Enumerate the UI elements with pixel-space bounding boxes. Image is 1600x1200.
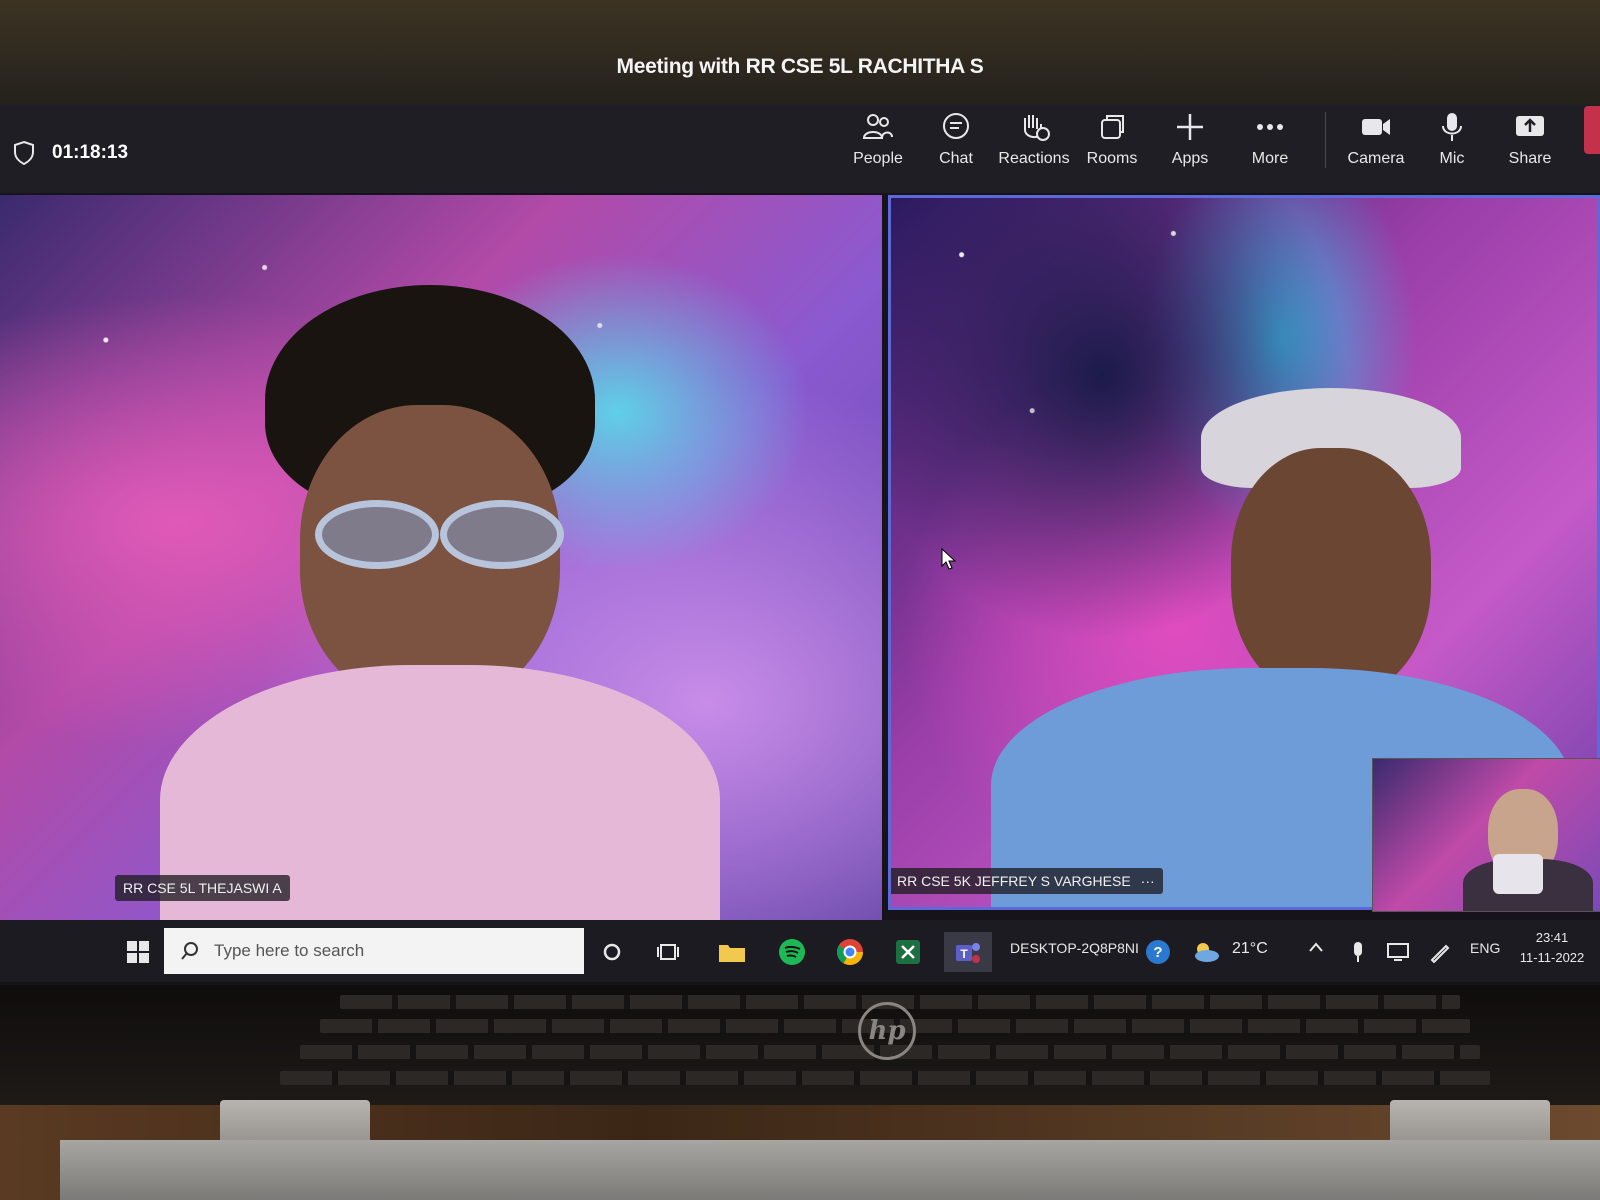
windows-logo-icon: [127, 941, 149, 963]
plus-icon: [1177, 114, 1203, 140]
file-explorer-button[interactable]: [712, 932, 752, 972]
chevron-up-icon[interactable]: [1308, 940, 1324, 956]
task-view-button[interactable]: [648, 932, 688, 972]
participant-video-person: [160, 285, 720, 920]
participant-name: RR CSE 5L THEJASWI A: [123, 880, 282, 896]
meeting-title-bar: Meeting with RR CSE 5L RACHITHA S: [0, 0, 1600, 110]
help-button[interactable]: ?: [1138, 932, 1178, 972]
mic-button[interactable]: Mic: [1414, 110, 1490, 182]
microphone-icon: [1442, 113, 1462, 141]
svg-text:T: T: [960, 947, 968, 961]
reactions-button[interactable]: Reactions: [996, 110, 1072, 182]
toolbar-divider: [1325, 112, 1326, 168]
share-screen-icon: [1516, 116, 1544, 136]
folder-icon: [719, 945, 745, 962]
camera-label: Camera: [1347, 150, 1405, 167]
spotify-icon: [779, 939, 805, 965]
meeting-title: Meeting with RR CSE 5L RACHITHA S: [616, 55, 984, 78]
search-placeholder: Type here to search: [214, 941, 365, 960]
reactions-label: Reactions: [998, 150, 1070, 167]
camera-icon: [1362, 119, 1390, 135]
people-icon: [862, 114, 893, 139]
raise-hand-icon: [1024, 115, 1050, 141]
cortana-circle-icon: [603, 943, 621, 961]
weather-cloudy-night-icon: [1195, 943, 1219, 962]
participant-name-tag: RR CSE 5K JEFFREY S VARGHESE ···: [891, 868, 1163, 894]
participant-options-button[interactable]: ···: [1141, 873, 1155, 889]
language-indicator[interactable]: ENG: [1470, 940, 1500, 956]
task-view-icon: [657, 944, 679, 960]
tray-display-icon[interactable]: [1378, 932, 1418, 972]
chrome-icon: [836, 939, 864, 966]
participant-name: RR CSE 5K JEFFREY S VARGHESE: [897, 873, 1131, 889]
share-button[interactable]: Share: [1492, 110, 1568, 182]
more-dots-icon: [1257, 124, 1283, 130]
self-view-video[interactable]: [1372, 758, 1600, 912]
device-name: DESKTOP-2Q8P8NI: [1010, 940, 1139, 956]
start-button[interactable]: [118, 932, 158, 972]
search-icon: [181, 942, 198, 960]
clock-time: 23:41: [1535, 930, 1569, 945]
leave-button[interactable]: [1584, 106, 1600, 154]
rooms-icon: [1101, 115, 1124, 139]
teams-icon: T: [956, 943, 980, 963]
chat-icon: [943, 113, 969, 139]
camera-button[interactable]: Camera: [1338, 110, 1414, 182]
taskbar-search-box[interactable]: Type here to search: [164, 928, 584, 974]
share-label: Share: [1508, 150, 1552, 167]
mouse-cursor-icon: [941, 548, 957, 570]
rooms-label: Rooms: [1086, 150, 1138, 167]
help-icon: ?: [1146, 940, 1170, 964]
laptop-base: [60, 1140, 1600, 1200]
weather-widget[interactable]: [1186, 932, 1226, 972]
meeting-timer: 01:18:13: [52, 142, 129, 163]
laptop-keyboard: [0, 985, 1600, 1105]
mic-label: Mic: [1439, 150, 1465, 167]
tray-pen-icon[interactable]: [1420, 932, 1460, 972]
svg-text:?: ?: [1153, 944, 1162, 961]
keyboard-row: [280, 1071, 1490, 1085]
phone-in-hand: [1493, 854, 1543, 894]
people-label: People: [853, 150, 903, 167]
laptop-screen: Meeting with RR CSE 5L RACHITHA S 01:18:…: [0, 0, 1600, 985]
meeting-timer-area: 01:18:13: [12, 140, 128, 166]
participant-name-tag: RR CSE 5L THEJASWI A: [115, 875, 290, 901]
chat-button[interactable]: Chat: [918, 110, 994, 182]
system-clock[interactable]: 23:41 11-11-2022: [1512, 928, 1592, 968]
spotify-button[interactable]: [772, 932, 812, 972]
rooms-button[interactable]: Rooms: [1074, 110, 1150, 182]
tray-mic-icon[interactable]: [1338, 932, 1378, 972]
teams-button[interactable]: T: [944, 932, 992, 972]
participant-video-tile-thejaswi[interactable]: RR CSE 5L THEJASWI A: [0, 195, 882, 920]
more-button[interactable]: More: [1232, 110, 1308, 182]
apps-label: Apps: [1171, 150, 1209, 167]
excel-icon: [896, 940, 920, 964]
cortana-button[interactable]: [592, 932, 632, 972]
chrome-button[interactable]: [830, 932, 870, 972]
temperature: 21°C: [1232, 940, 1268, 957]
more-label: More: [1251, 150, 1289, 167]
apps-button[interactable]: Apps: [1152, 110, 1228, 182]
hp-logo: hp: [858, 1002, 916, 1060]
shield-icon: [14, 140, 34, 166]
excel-button[interactable]: [888, 932, 928, 972]
clock-date: 11-11-2022: [1519, 950, 1585, 965]
people-button[interactable]: People: [840, 110, 916, 182]
chat-label: Chat: [939, 150, 973, 167]
